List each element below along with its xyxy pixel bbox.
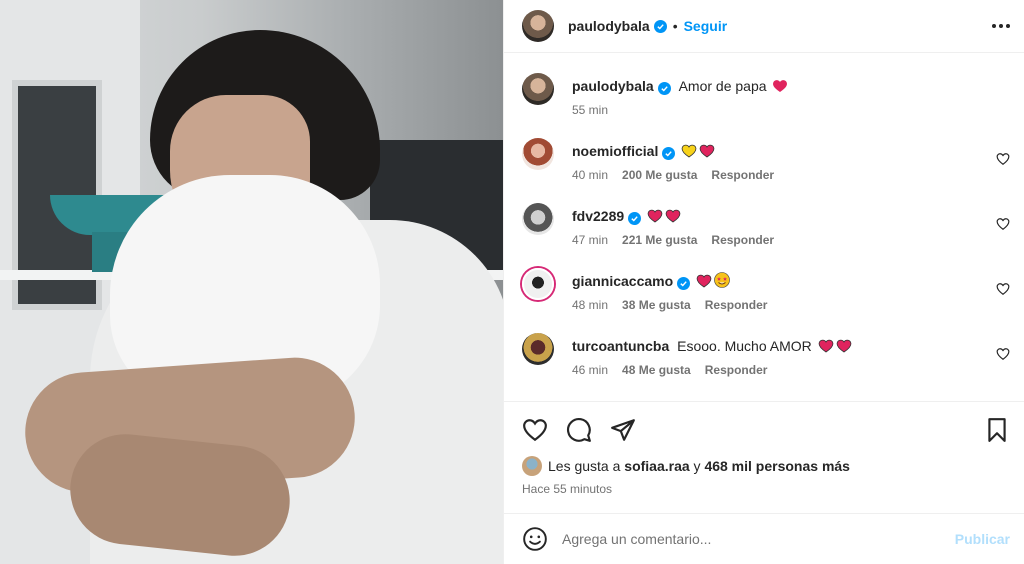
comment-username[interactable]: noemiofficial [572, 143, 658, 159]
author-username[interactable]: paulodybala [568, 18, 650, 34]
publish-button[interactable]: Publicar [955, 531, 1010, 547]
like-heart-icon[interactable] [996, 282, 1010, 296]
comment-time: 40 min [572, 168, 609, 182]
comment-item: noemiofficial 40 min 200 Me gusta Respon… [522, 138, 1010, 182]
star-struck-emoji-icon [714, 272, 730, 288]
caption-time: 55 min [572, 103, 609, 117]
yellow-heart-emoji-icon [681, 144, 697, 158]
comment-username[interactable]: turcoantuncba [572, 338, 669, 354]
emoji-icon[interactable] [522, 526, 548, 552]
caption-text: Amor de papa [678, 78, 767, 94]
post-time: Hace 55 minutos [522, 482, 613, 496]
comment-item: fdv2289 47 min 221 Me gusta Responder [522, 203, 1010, 247]
comment-time: 47 min [572, 233, 609, 247]
verified-badge-icon [653, 19, 667, 33]
comment-time: 46 min [572, 363, 609, 377]
caption: paulodybala Amor de papa 55 min [522, 73, 1010, 117]
post-actions: Les gusta a sofiaa.raa y 468 mil persona… [504, 401, 1024, 513]
avatar[interactable] [522, 268, 554, 300]
comment-composer: Publicar [504, 513, 1024, 564]
verified-badge-icon [657, 82, 671, 95]
likes-others[interactable]: 468 mil personas más [704, 458, 850, 474]
likes-prefix: Les gusta a [548, 458, 621, 474]
comment-item: turcoantuncba Esooo. Mucho AMOR 46 min 4… [522, 333, 1010, 377]
comment-icon[interactable] [566, 417, 592, 443]
comment-time: 48 min [572, 298, 609, 312]
avatar[interactable] [522, 203, 554, 235]
verified-badge-icon [662, 147, 676, 160]
comment-likes[interactable]: 38 Me gusta [622, 298, 691, 312]
avatar[interactable] [522, 73, 554, 105]
red-heart-emoji-icon [818, 339, 834, 353]
likes-joiner: y [693, 458, 701, 474]
comment-text: Esooo. Mucho AMOR [677, 338, 812, 354]
share-icon[interactable] [610, 417, 636, 443]
like-heart-icon[interactable] [996, 217, 1010, 231]
comment-likes[interactable]: 221 Me gusta [622, 233, 697, 247]
more-options-icon[interactable] [992, 24, 1010, 28]
reply-button[interactable]: Responder [705, 363, 768, 377]
separator-dot: • [672, 18, 678, 34]
like-heart-icon[interactable] [996, 347, 1010, 361]
comment-username[interactable]: giannicaccamo [572, 273, 673, 289]
author-avatar[interactable] [522, 10, 554, 42]
reply-button[interactable]: Responder [705, 298, 768, 312]
comment-item: giannicaccamo 48 min 38 Me gusta Respond… [522, 268, 1010, 312]
post-panel: paulodybala • Seguir paulodybala Amor de… [503, 0, 1024, 564]
red-heart-emoji-icon [647, 209, 663, 223]
red-heart-emoji-icon [773, 80, 788, 92]
bookmark-icon[interactable] [984, 417, 1010, 443]
comments-list: paulodybala Amor de papa 55 min noemioff… [504, 53, 1024, 401]
post-photo[interactable] [0, 0, 503, 564]
comment-username[interactable]: fdv2289 [572, 208, 624, 224]
liker-avatar[interactable] [522, 456, 542, 476]
red-heart-emoji-icon [696, 274, 712, 288]
red-heart-emoji-icon [665, 209, 681, 223]
avatar[interactable] [522, 138, 554, 170]
post-header: paulodybala • Seguir [504, 0, 1024, 53]
heart-icon[interactable] [522, 417, 548, 443]
reply-button[interactable]: Responder [711, 233, 774, 247]
comment-input[interactable] [562, 531, 955, 547]
reply-button[interactable]: Responder [711, 168, 774, 182]
follow-button[interactable]: Seguir [684, 18, 728, 34]
comment-likes[interactable]: 48 Me gusta [622, 363, 691, 377]
verified-badge-icon [628, 212, 642, 225]
likes-summary: Les gusta a sofiaa.raa y 468 mil persona… [522, 456, 1010, 476]
like-heart-icon[interactable] [996, 152, 1010, 166]
verified-badge-icon [677, 277, 691, 290]
red-heart-emoji-icon [836, 339, 852, 353]
red-heart-emoji-icon [699, 144, 715, 158]
comment-likes[interactable]: 200 Me gusta [622, 168, 697, 182]
avatar[interactable] [522, 333, 554, 365]
liker-username[interactable]: sofiaa.raa [624, 458, 689, 474]
caption-username[interactable]: paulodybala [572, 78, 654, 94]
